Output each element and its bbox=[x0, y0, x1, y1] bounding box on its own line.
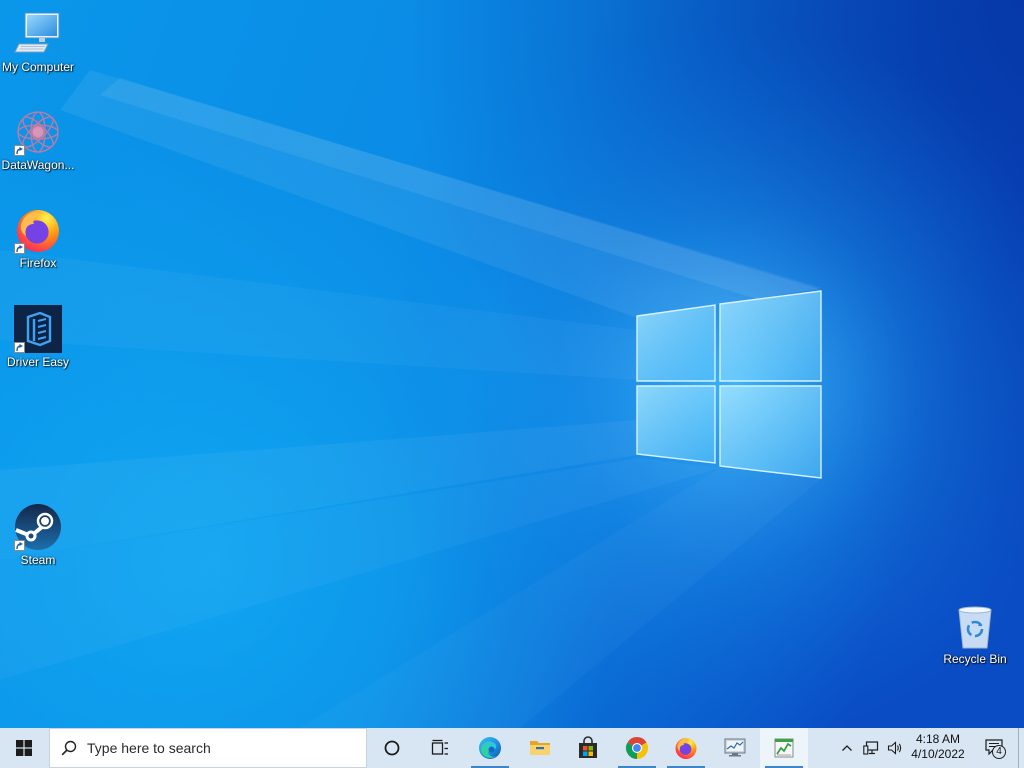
shortcut-arrow-icon bbox=[14, 243, 25, 254]
microsoft-store-button[interactable] bbox=[564, 728, 612, 768]
desktop-icon-my-computer[interactable]: My Computer bbox=[0, 10, 76, 74]
chart-app-button[interactable] bbox=[760, 728, 808, 768]
notification-count-badge: 4 bbox=[992, 745, 1006, 759]
search-box[interactable] bbox=[49, 728, 367, 768]
monitor-app-button[interactable] bbox=[711, 728, 759, 768]
shortcut-arrow-icon bbox=[14, 342, 25, 353]
desktop-icon-label: DataWagon... bbox=[1, 158, 75, 172]
desktop-icon-label: Driver Easy bbox=[6, 355, 69, 369]
desktop-icon-driver-easy[interactable]: Driver Easy bbox=[0, 305, 76, 369]
show-hidden-icons-button[interactable] bbox=[836, 728, 858, 768]
desktop-icon-firefox[interactable]: Firefox bbox=[0, 206, 76, 270]
file-explorer-button[interactable] bbox=[516, 728, 564, 768]
chevron-up-icon bbox=[841, 742, 853, 754]
volume-icon bbox=[887, 740, 903, 756]
chart-app-icon bbox=[772, 736, 796, 760]
driver-easy-icon bbox=[14, 305, 62, 353]
desktop-icon-label: Firefox bbox=[19, 256, 57, 270]
chrome-button[interactable] bbox=[613, 728, 661, 768]
desktop-icon-label: Steam bbox=[20, 553, 56, 567]
desktop-icon-datawagon[interactable]: DataWagon... bbox=[0, 108, 76, 172]
network-button[interactable] bbox=[860, 728, 882, 768]
desktop-icon-steam[interactable]: Steam bbox=[0, 503, 76, 567]
steam-icon bbox=[14, 503, 62, 551]
task-view-icon bbox=[428, 736, 452, 760]
firefox-icon bbox=[14, 206, 62, 254]
clock[interactable]: 4:18 AM 4/10/2022 bbox=[906, 728, 970, 768]
shortcut-arrow-icon bbox=[14, 540, 25, 551]
task-view-button[interactable] bbox=[416, 728, 464, 768]
show-desktop-button[interactable] bbox=[1018, 728, 1024, 768]
search-input[interactable] bbox=[87, 729, 357, 767]
desktop-icon-label: Recycle Bin bbox=[943, 652, 1007, 666]
start-button[interactable] bbox=[0, 728, 48, 768]
firefox-button[interactable] bbox=[662, 728, 710, 768]
action-center-button[interactable]: 4 bbox=[978, 728, 1012, 768]
shortcut-arrow-icon bbox=[14, 145, 25, 156]
edge-icon bbox=[478, 736, 502, 760]
network-icon bbox=[863, 740, 879, 756]
desktop-wallpaper bbox=[0, 0, 1024, 768]
desktop-icon-label: My Computer bbox=[1, 60, 75, 74]
cortana-icon bbox=[380, 736, 404, 760]
clock-time: 4:18 AM bbox=[915, 732, 961, 746]
volume-button[interactable] bbox=[884, 728, 906, 768]
monitor-app-icon bbox=[723, 736, 747, 760]
datawagon-icon bbox=[14, 108, 62, 156]
microsoft-store-icon bbox=[576, 736, 600, 760]
windows-logo-icon bbox=[16, 740, 32, 756]
file-explorer-icon bbox=[528, 736, 552, 760]
cortana-button[interactable] bbox=[368, 728, 416, 768]
firefox-icon bbox=[674, 736, 698, 760]
desktop-icon-recycle-bin[interactable]: Recycle Bin bbox=[937, 602, 1013, 666]
chrome-icon bbox=[625, 736, 649, 760]
clock-date: 4/10/2022 bbox=[911, 747, 965, 761]
edge-button[interactable] bbox=[466, 728, 514, 768]
taskbar: 4:18 AM 4/10/2022 4 bbox=[0, 728, 1024, 768]
recycle-bin-icon bbox=[951, 602, 999, 650]
search-icon bbox=[61, 740, 77, 756]
computer-icon bbox=[14, 10, 62, 58]
